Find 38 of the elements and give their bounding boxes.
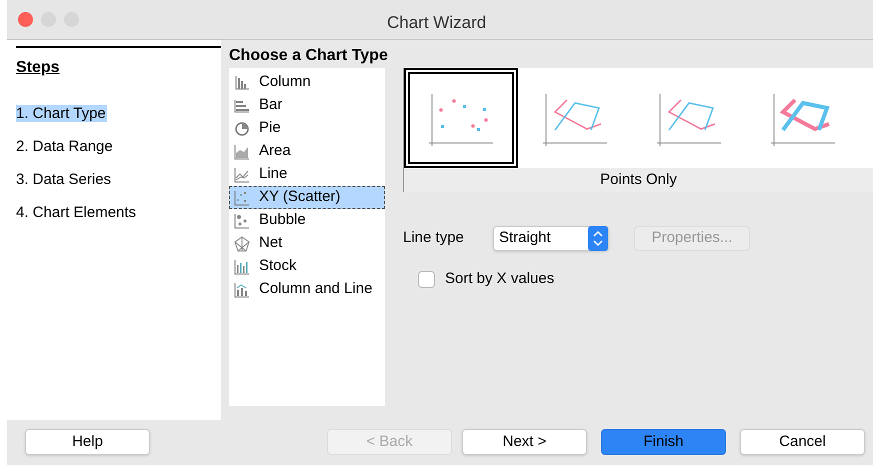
column-chart-icon — [234, 74, 250, 90]
chart-type-item[interactable]: Pie — [229, 117, 385, 140]
step-item[interactable]: 1. Chart Type — [16, 105, 107, 122]
chart-type-item[interactable]: Line — [229, 163, 385, 186]
dialog-button[interactable]: Cancel — [740, 429, 865, 455]
variant-caption: Points Only — [403, 168, 873, 192]
dialog-button[interactable]: Help — [25, 429, 150, 455]
line-chart-icon — [234, 166, 250, 182]
dialog-button[interactable]: Next > — [462, 429, 587, 455]
scatter-chart-icon — [234, 190, 250, 206]
close-icon[interactable] — [18, 12, 33, 27]
line-type-label: Line type — [403, 228, 465, 248]
net-chart-icon — [234, 236, 250, 252]
steps-heading: Steps — [16, 58, 61, 78]
line-type-dropdown[interactable]: Straight — [493, 226, 609, 251]
bar-chart-icon — [234, 98, 250, 114]
chart-type-item[interactable]: Bar — [229, 94, 385, 117]
column-line-chart-icon — [234, 282, 250, 298]
dialog-button[interactable]: Finish — [601, 429, 726, 455]
section-heading: Choose a Chart Type — [229, 46, 389, 66]
chart-type-item[interactable]: Column — [229, 71, 385, 94]
chart-type-item[interactable]: Area — [229, 140, 385, 163]
stock-chart-icon — [234, 258, 250, 274]
chart-type-item[interactable]: Bubble — [229, 209, 385, 232]
chart-type-item[interactable]: Stock — [229, 255, 385, 278]
checkbox[interactable] — [418, 270, 435, 288]
step-item[interactable]: 3. Data Series — [16, 171, 112, 188]
checkbox-label: Sort by X values — [445, 269, 554, 289]
area-chart-icon — [234, 144, 250, 160]
pie-chart-icon — [234, 120, 250, 136]
chart-type-item[interactable]: Column and Line — [229, 278, 385, 301]
bubble-chart-icon — [234, 212, 250, 228]
window-title: Chart Wizard — [387, 12, 486, 34]
chart-type-item[interactable]: XY (Scatter) — [229, 186, 385, 209]
step-item[interactable]: 4. Chart Elements — [16, 204, 136, 221]
chart-type-item[interactable]: Net — [229, 232, 385, 255]
step-item[interactable]: 2. Data Range — [16, 138, 113, 155]
stepper-icon — [588, 226, 608, 251]
